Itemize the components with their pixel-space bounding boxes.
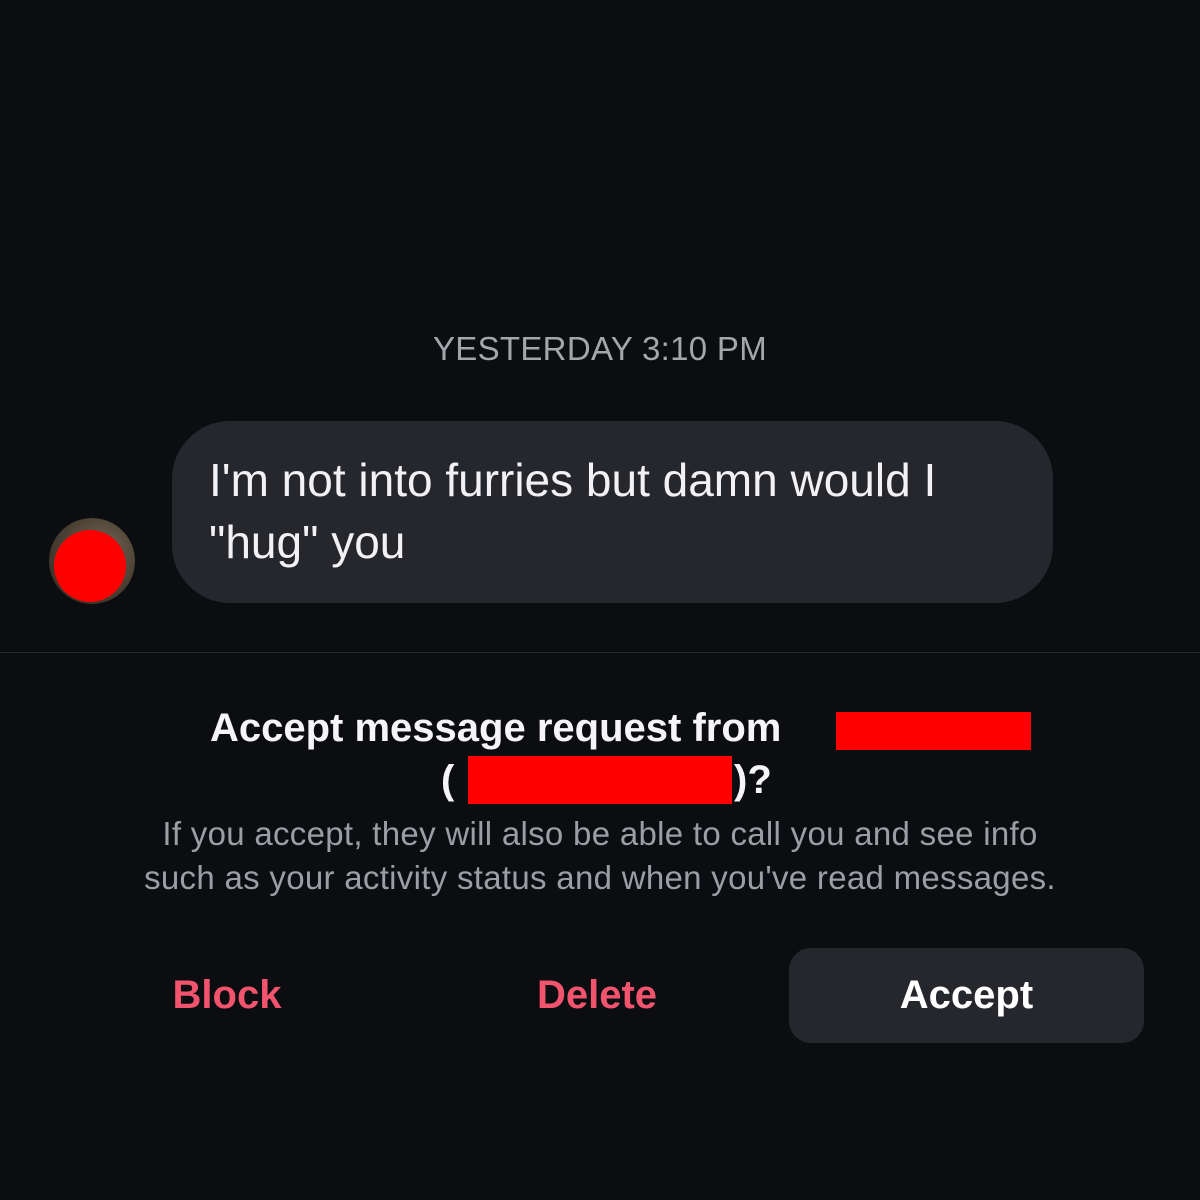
delete-button[interactable]: Delete [430,948,764,1043]
block-button[interactable]: Block [60,948,394,1043]
request-description-line-1: If you accept, they will also be able to… [162,815,1038,852]
divider [0,652,1200,653]
paren-close: )? [734,758,772,802]
redacted-display-name [836,712,1031,750]
request-title-prefix: Accept message request from [210,706,782,750]
message-timestamp: YESTERDAY 3:10 PM [432,330,767,367]
message-text-line-2: "hug" you [209,516,406,568]
message-text-line-1: I'm not into furries but damn would I [209,454,937,506]
accept-button[interactable]: Accept [789,948,1144,1043]
paren-open: ( [441,758,455,802]
redacted-username [468,756,732,804]
request-description-line-2: such as your activity status and when yo… [144,859,1056,896]
request-description: If you accept, they will also be able to… [40,812,1160,900]
avatar-redaction [54,530,126,602]
message-bubble[interactable]: I'm not into furries but damn would I "h… [172,421,1053,603]
request-title: Accept message request from ( )? [0,704,1200,804]
sender-avatar[interactable] [49,518,135,604]
request-title-line-1: Accept message request from [0,704,1200,752]
request-title-line-2: ( )? [0,752,1200,804]
